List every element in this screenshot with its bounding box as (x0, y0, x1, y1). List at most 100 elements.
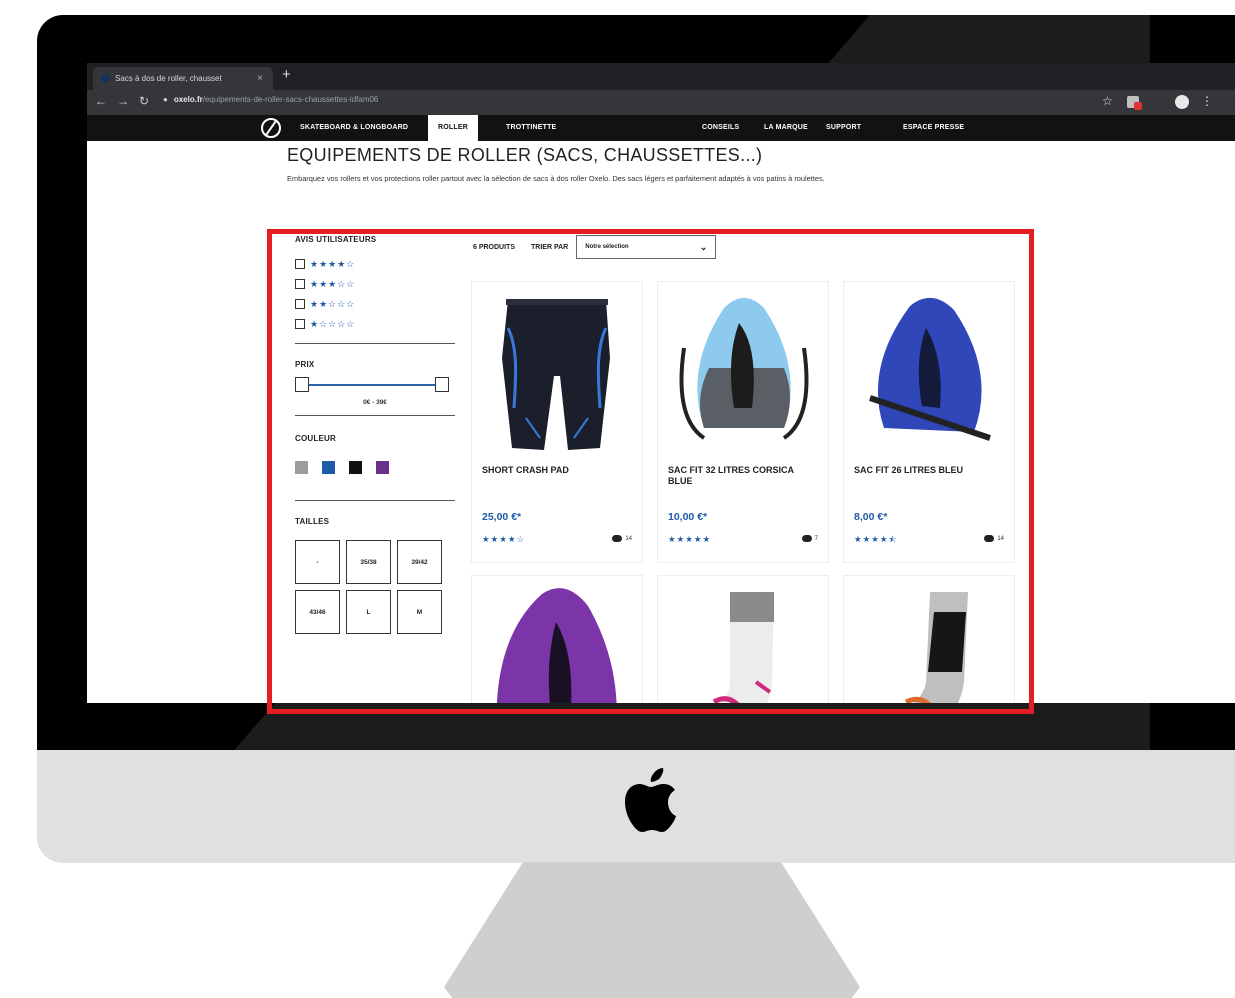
browser-tab[interactable]: Sacs à dos de roller, chausset × (93, 67, 273, 90)
color-swatch-blue[interactable] (322, 461, 335, 474)
review-count-value: 14 (625, 535, 632, 542)
nav-item-la-marque[interactable]: LA MARQUE (764, 115, 808, 141)
blue-bag-image (869, 297, 991, 441)
price-max-handle[interactable] (435, 377, 449, 392)
color-swatch-purple[interactable] (376, 461, 389, 474)
price-slider[interactable] (295, 377, 455, 395)
rating-stars-icon: ★★☆☆☆ (310, 298, 356, 309)
color-filter-title: COULEUR (295, 434, 336, 443)
divider (295, 343, 455, 344)
chevron-down-icon: ⌄ (699, 241, 708, 252)
price-min-handle[interactable] (295, 377, 309, 392)
reload-icon[interactable]: ↻ (139, 94, 149, 108)
size-option[interactable]: 35/38 (346, 540, 391, 584)
sort-label: TRIER PAR (531, 243, 569, 251)
product-name[interactable]: SAC FIT 26 LITRES BLEU (854, 465, 1004, 476)
product-card[interactable] (657, 575, 829, 703)
product-card[interactable]: SHORT CRASH PAD 25,00 €* ★★★★☆ 14 (471, 281, 643, 563)
oxelo-logo-icon[interactable] (261, 118, 281, 138)
browser-tab-strip: Sacs à dos de roller, chausset × + (87, 63, 1235, 90)
size-option[interactable]: L (346, 590, 391, 634)
nav-item-trottinette[interactable]: TROTTINETTE (506, 115, 556, 141)
site-navigation: SKATEBOARD & LONGBOARD ROLLER TROTTINETT… (87, 115, 1235, 141)
url-path: /equipements-de-roller-sacs-chaussettes-… (202, 95, 379, 104)
rating-stars-icon: ★★★☆☆ (310, 278, 356, 289)
review-count: 14 (612, 535, 632, 542)
product-price: 25,00 €* (482, 511, 522, 523)
price-slider-track (301, 384, 439, 386)
new-tab-button[interactable]: + (282, 66, 291, 83)
product-price: 8,00 €* (854, 511, 888, 523)
ratings-filter: ★★★★☆ ★★★☆☆ ★★☆☆☆ ★☆☆☆☆ (295, 254, 455, 334)
favicon-icon (101, 74, 110, 83)
rating-checkbox[interactable] (295, 299, 305, 309)
review-count-value: 14 (997, 535, 1004, 542)
rating-checkbox[interactable] (295, 259, 305, 269)
product-card[interactable]: SAC FIT 32 LITRES CORSICA BLUE 10,00 €* … (657, 281, 829, 563)
size-options: - 35/38 39/42 43/46 L M (295, 540, 455, 634)
review-count-value: 7 (814, 535, 818, 542)
purple-bag-image (496, 588, 617, 703)
url-domain: oxelo.fr (173, 95, 203, 104)
menu-dots-icon[interactable]: ⋮ (1201, 94, 1213, 108)
close-tab-icon[interactable]: × (257, 67, 263, 90)
color-swatch-grey[interactable] (295, 461, 308, 474)
rating-option[interactable]: ★★★☆☆ (295, 274, 455, 294)
size-option[interactable]: 39/42 (397, 540, 442, 584)
tab-title: Sacs à dos de roller, chausset (115, 74, 222, 83)
rating-checkbox[interactable] (295, 279, 305, 289)
extension-badge-icon (1134, 102, 1142, 110)
price-range-label: 0€ - 39€ (363, 399, 387, 406)
product-card[interactable] (471, 575, 643, 703)
nav-item-roller[interactable]: ROLLER (428, 115, 478, 141)
product-price: 10,00 €* (668, 511, 708, 523)
product-card[interactable]: SAC FIT 26 LITRES BLEU 8,00 €* ★★★★⯪ 14 (843, 281, 1015, 563)
profile-avatar-icon[interactable] (1175, 95, 1189, 109)
lock-icon: ● (163, 95, 168, 104)
product-name[interactable]: SAC FIT 32 LITRES CORSICA BLUE (668, 465, 818, 487)
rating-option[interactable]: ★★★★☆ (295, 254, 455, 274)
color-swatches (295, 461, 455, 474)
sort-value: Notre sélection (585, 244, 629, 250)
rating-option[interactable]: ★☆☆☆☆ (295, 314, 455, 334)
url-field[interactable]: ● oxelo.fr/equipements-de-roller-sacs-cha… (163, 95, 378, 104)
apple-logo-icon (625, 768, 676, 832)
back-arrow-icon[interactable]: ← (95, 94, 107, 108)
nav-item-espace-presse[interactable]: ESPACE PRESSE (903, 115, 964, 141)
product-rating-stars-icon: ★★★★⯪ (854, 534, 898, 544)
price-filter-title: PRIX (295, 360, 315, 369)
product-count: 6 PRODUITS (473, 243, 516, 251)
orange-sock-image (904, 592, 968, 703)
divider (295, 415, 455, 416)
sort-select[interactable]: Notre sélection ⌄ (576, 235, 717, 259)
nav-item-skateboard[interactable]: SKATEBOARD & LONGBOARD (300, 115, 408, 141)
color-swatch-black[interactable] (349, 461, 362, 474)
product-grid: SHORT CRASH PAD 25,00 €* ★★★★☆ 14 SAC FI… (471, 281, 1015, 703)
comment-bubble-icon (801, 535, 812, 542)
comment-bubble-icon (612, 535, 623, 542)
pink-sock-image (712, 592, 774, 703)
forward-arrow-icon[interactable]: → (117, 94, 129, 108)
monitor-stand (444, 862, 860, 998)
size-option[interactable]: M (397, 590, 442, 634)
bookmark-star-icon[interactable]: ☆ (1102, 94, 1113, 108)
category-page: EQUIPEMENTS DE ROLLER (SACS, CHAUSSETTES… (87, 141, 1235, 703)
product-card[interactable] (843, 575, 1015, 703)
product-rating-stars-icon: ★★★★★ (668, 534, 712, 544)
page-intro: Embarquez vos rollers et vos protections… (287, 174, 825, 183)
listing-toolbar: 6 PRODUITS TRIER PAR Notre sélection ⌄ (473, 235, 717, 259)
size-option[interactable]: 43/46 (295, 590, 340, 634)
rating-stars-icon: ★★★★☆ (310, 258, 356, 269)
address-bar: ← → ↻ ● oxelo.fr/equipements-de-roller-sa… (87, 90, 1235, 115)
comment-bubble-icon (984, 535, 995, 542)
rating-checkbox[interactable] (295, 319, 305, 329)
sizes-filter-title: TAILLES (295, 517, 330, 526)
divider (295, 500, 455, 501)
nav-item-conseils[interactable]: CONSEILS (702, 115, 739, 141)
product-name[interactable]: SHORT CRASH PAD (482, 465, 632, 476)
page-title: EQUIPEMENTS DE ROLLER (SACS, CHAUSSETTES… (287, 145, 763, 165)
rating-option[interactable]: ★★☆☆☆ (295, 294, 455, 314)
size-option[interactable]: - (295, 540, 340, 584)
browser-screen: Sacs à dos de roller, chausset × + ← → ↻… (87, 63, 1235, 703)
nav-item-support[interactable]: SUPPORT (826, 115, 861, 141)
